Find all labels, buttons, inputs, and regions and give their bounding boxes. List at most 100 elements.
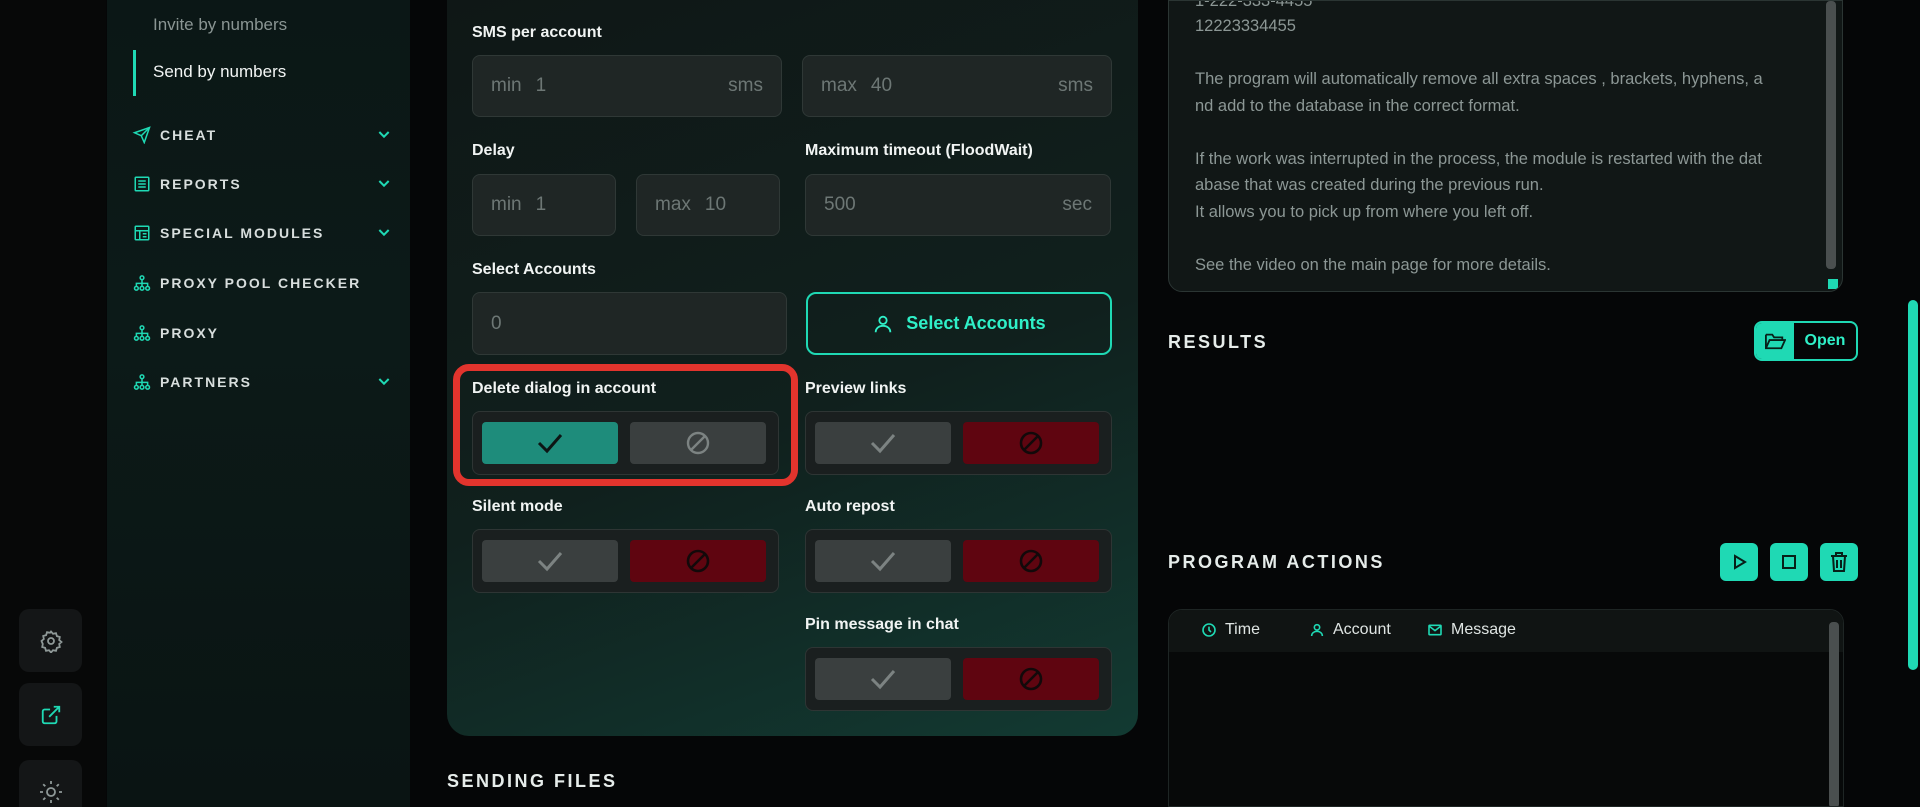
results-title: RESULTS [1168, 332, 1269, 352]
toggle-on-button[interactable] [815, 540, 951, 582]
program-actions-title: PROGRAM ACTIONS [1168, 552, 1385, 572]
sms-min-input[interactable]: min 1 sms [472, 55, 782, 117]
accounts-count-input[interactable]: 0 [472, 292, 787, 355]
preview-links-toggle [805, 411, 1112, 475]
notes-line: nd add to the database in the correct fo… [1195, 97, 1520, 115]
column-account[interactable]: Account [1309, 621, 1391, 639]
toggle-off-button[interactable] [963, 540, 1099, 582]
report-icon [134, 176, 150, 192]
sending-files-title: SENDING FILES [447, 771, 618, 791]
column-label: Time [1225, 621, 1260, 638]
log-header: Time Account Message [1169, 610, 1843, 652]
block-icon [686, 549, 710, 573]
toggle-on-button[interactable] [482, 540, 618, 582]
notes-line: 1-222-333-4455 [1195, 0, 1313, 10]
column-label: Message [1451, 621, 1516, 638]
min-prefix: min [491, 194, 522, 215]
send-icon [132, 126, 151, 144]
open-external-button[interactable] [19, 683, 82, 746]
chevron-down-icon [378, 229, 390, 237]
check-icon [870, 434, 896, 454]
theme-toggle-button[interactable] [19, 760, 82, 807]
highlight-box [453, 364, 798, 486]
delay-max-value: 10 [704, 194, 727, 215]
chevron-down-icon [378, 180, 390, 188]
instructions-textarea[interactable]: 1-222-333-4455 12223334455 The program w… [1168, 0, 1843, 292]
stop-button[interactable] [1770, 543, 1808, 581]
open-results-button-label: Open [1804, 332, 1846, 349]
start-button[interactable] [1720, 543, 1758, 581]
delay-min-input[interactable]: min 1 [472, 174, 616, 236]
settings-button[interactable] [19, 609, 82, 672]
select-accounts-button[interactable]: Select Accounts [806, 292, 1112, 355]
notes-line: The program will automatically remove al… [1195, 70, 1763, 88]
modules-icon [134, 225, 150, 241]
column-message[interactable]: Message [1427, 621, 1516, 639]
toggle-on-button[interactable] [815, 658, 951, 700]
sidebar-item-proxy-pool-checker[interactable]: PROXY POOL CHECKER [130, 271, 400, 295]
notes-line: If the work was interrupted in the proce… [1195, 150, 1762, 168]
sidebar-item-label: PARTNERS [160, 374, 252, 390]
gear-icon [39, 629, 63, 653]
log-scrollbar[interactable] [1829, 622, 1839, 806]
max-prefix: max [821, 75, 857, 96]
play-icon [1734, 554, 1747, 570]
resize-handle[interactable] [1828, 279, 1838, 289]
sidebar-item-label: REPORTS [160, 176, 242, 192]
toggle-off-button[interactable] [963, 658, 1099, 700]
notes-line: See the video on the main page for more … [1195, 256, 1551, 274]
accounts-count-value: 0 [491, 312, 502, 334]
open-results-button[interactable]: Open [1754, 321, 1858, 361]
sms-max-value: 40 [870, 75, 893, 96]
toggle-off-button[interactable] [963, 422, 1099, 464]
network-icon [133, 374, 151, 390]
folder-open-icon [1765, 333, 1786, 350]
block-icon [1019, 549, 1043, 573]
sidebar-subitem-invite-by-numbers[interactable]: Invite by numbers [153, 15, 287, 35]
network-icon [133, 275, 151, 291]
toggle-off-button[interactable] [630, 540, 766, 582]
pin-message-toggle [805, 647, 1112, 711]
select-accounts-button-label: Select Accounts [906, 313, 1046, 333]
sms-max-input[interactable]: max 40 sms [802, 55, 1112, 117]
notes-scrollbar[interactable] [1826, 1, 1836, 269]
toggle-on-button[interactable] [815, 422, 951, 464]
sidebar-item-special-modules[interactable]: SPECIAL MODULES [130, 221, 400, 245]
chevron-down-icon [378, 378, 390, 386]
sun-icon [39, 780, 62, 803]
timeout-unit: sec [1062, 194, 1092, 215]
auto-repost-label: Auto repost [805, 498, 895, 515]
notes-line: It allows you to pick up from where you … [1195, 203, 1534, 221]
sidebar-item-proxy[interactable]: PROXY [130, 321, 400, 345]
timeout-label: Maximum timeout (FloodWait) [805, 142, 1033, 159]
user-icon [1310, 623, 1324, 637]
sidebar-item-label: CHEAT [160, 127, 218, 143]
stop-icon [1782, 555, 1796, 569]
clock-icon [1202, 623, 1216, 637]
clear-log-button[interactable] [1820, 543, 1858, 581]
sidebar-item-partners[interactable]: PARTNERS [130, 370, 400, 394]
column-time[interactable]: Time [1201, 621, 1260, 639]
check-icon [870, 670, 896, 690]
notes-line: 12223334455 [1195, 17, 1296, 35]
sidebar-item-cheat[interactable]: CHEAT [130, 123, 400, 147]
sms-unit: sms [728, 75, 763, 96]
max-prefix: max [655, 194, 691, 215]
min-prefix: min [491, 75, 522, 96]
trash-icon [1831, 552, 1847, 572]
delay-label: Delay [472, 142, 515, 159]
active-indicator [133, 50, 136, 96]
sms-per-account-label: SMS per account [472, 24, 602, 41]
preview-links-label: Preview links [805, 380, 907, 397]
page-scrollbar[interactable] [1908, 300, 1918, 670]
sidebar-item-label: PROXY [160, 325, 220, 341]
sidebar-item-reports[interactable]: REPORTS [130, 172, 400, 196]
sidebar-item-label: PROXY POOL CHECKER [160, 275, 362, 291]
chevron-down-icon [378, 131, 390, 139]
sidebar [107, 0, 410, 807]
sidebar-subitem-send-by-numbers[interactable]: Send by numbers [153, 62, 286, 82]
block-icon [1019, 667, 1043, 691]
silent-mode-label: Silent mode [472, 498, 563, 515]
timeout-input[interactable]: 500 sec [805, 174, 1111, 236]
delay-max-input[interactable]: max 10 [636, 174, 780, 236]
